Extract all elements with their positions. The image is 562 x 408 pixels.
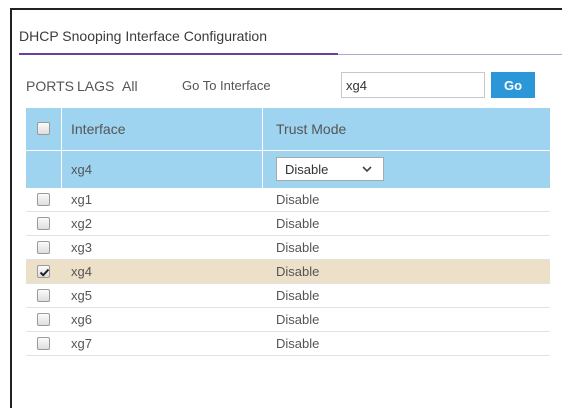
row-interface: xg7: [71, 336, 92, 351]
lags-filter-link[interactable]: LAGS: [77, 78, 114, 94]
column-divider: [262, 108, 263, 150]
table-body: xg1 Disable xg2 Disable xg3 Disable xg4 Disable…: [26, 188, 550, 356]
row-interface: xg3: [71, 240, 92, 255]
table-row[interactable]: xg7 Disable: [26, 332, 550, 356]
row-trust-mode: Disable: [276, 312, 320, 327]
row-trust-mode: Disable: [276, 336, 320, 351]
row-trust-mode: Disable: [276, 240, 320, 255]
row-checkbox[interactable]: [37, 313, 50, 326]
chevron-down-icon: [361, 163, 373, 175]
row-checkbox[interactable]: [37, 241, 50, 254]
trust-mode-column-header[interactable]: Trust Mode: [276, 121, 346, 137]
table-row[interactable]: xg6 Disable: [26, 308, 550, 332]
table-row[interactable]: xg1 Disable: [26, 188, 550, 212]
goto-interface-label: Go To Interface: [182, 78, 271, 93]
row-interface: xg4: [71, 264, 92, 279]
row-checkbox[interactable]: [37, 337, 50, 350]
all-filter-link[interactable]: All: [122, 78, 138, 94]
table-row[interactable]: xg5 Disable: [26, 284, 550, 308]
row-checkbox[interactable]: [37, 265, 50, 278]
row-interface: xg2: [71, 216, 92, 231]
section-header: DHCP Snooping Interface Configuration: [19, 20, 562, 55]
row-trust-mode: Disable: [276, 264, 320, 279]
trust-mode-select-value: Disable: [285, 162, 329, 177]
table-header: Interface Trust Mode: [26, 108, 550, 151]
edit-row-check-cell: [26, 151, 62, 188]
row-trust-mode: Disable: [276, 288, 320, 303]
header-check-cell: [26, 108, 62, 150]
table-row[interactable]: xg2 Disable: [26, 212, 550, 236]
interface-column-header[interactable]: Interface: [71, 121, 125, 137]
title-underline: [19, 53, 338, 55]
table-row[interactable]: xg4 Disable: [26, 260, 550, 284]
trust-mode-select[interactable]: Disable: [276, 157, 384, 181]
edit-row: xg4 Disable: [26, 151, 550, 188]
interface-table: Interface Trust Mode xg4 Disable xg1 Disa…: [26, 108, 550, 356]
select-all-checkbox[interactable]: [37, 122, 50, 135]
row-trust-mode: Disable: [276, 192, 320, 207]
checkmark-icon: [39, 268, 50, 277]
row-checkbox[interactable]: [37, 193, 50, 206]
row-interface: xg5: [71, 288, 92, 303]
edit-row-interface: xg4: [71, 162, 92, 177]
row-interface: xg1: [71, 192, 92, 207]
go-button[interactable]: Go: [491, 72, 535, 98]
goto-interface-input[interactable]: [341, 72, 485, 98]
row-checkbox[interactable]: [37, 217, 50, 230]
table-row[interactable]: xg3 Disable: [26, 236, 550, 260]
filter-toolbar: PORTS LAGS All Go To Interface Go: [26, 72, 556, 102]
page-title: DHCP Snooping Interface Configuration: [19, 28, 268, 44]
title-divider: [338, 54, 562, 55]
column-divider: [262, 151, 263, 188]
ports-filter-link[interactable]: PORTS: [26, 78, 74, 94]
row-trust-mode: Disable: [276, 216, 320, 231]
row-checkbox[interactable]: [37, 289, 50, 302]
row-interface: xg6: [71, 312, 92, 327]
